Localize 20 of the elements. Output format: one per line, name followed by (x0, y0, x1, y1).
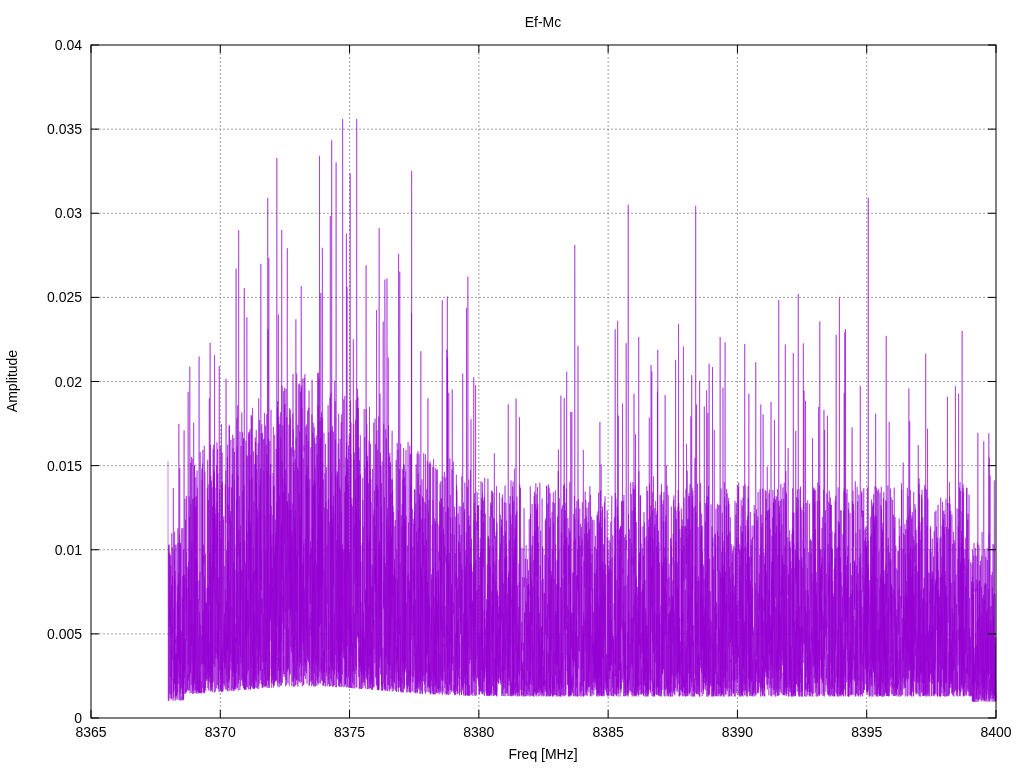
chart-title: Ef-Mc (524, 14, 562, 30)
y-tick-label: 0 (74, 710, 82, 726)
y-tick-label: 0.03 (54, 205, 82, 222)
y-axis-label: Amplitude (4, 349, 20, 413)
x-axis-label: Freq [MHz] (508, 746, 578, 762)
y-tick-label: 0.02 (54, 373, 82, 390)
x-tick-label: 8390 (721, 724, 753, 740)
y-tick-label: 0.035 (46, 121, 82, 138)
y-tick-label: 0.01 (54, 541, 82, 558)
y-tick-label: 0.04 (54, 37, 82, 53)
x-tick-label: 8395 (851, 724, 883, 740)
x-tick-label: 8380 (463, 724, 495, 740)
x-tick-label: 8385 (592, 724, 624, 740)
x-tick-label: 8370 (204, 724, 236, 740)
x-tick-label: 8375 (334, 724, 366, 740)
y-tick-label: 0.015 (46, 457, 82, 474)
x-tick-label: 8400 (980, 724, 1012, 740)
x-tick-label: 8365 (75, 724, 107, 740)
y-tick-label: 0.025 (46, 289, 82, 306)
y-tick-label: 0.005 (46, 625, 82, 642)
